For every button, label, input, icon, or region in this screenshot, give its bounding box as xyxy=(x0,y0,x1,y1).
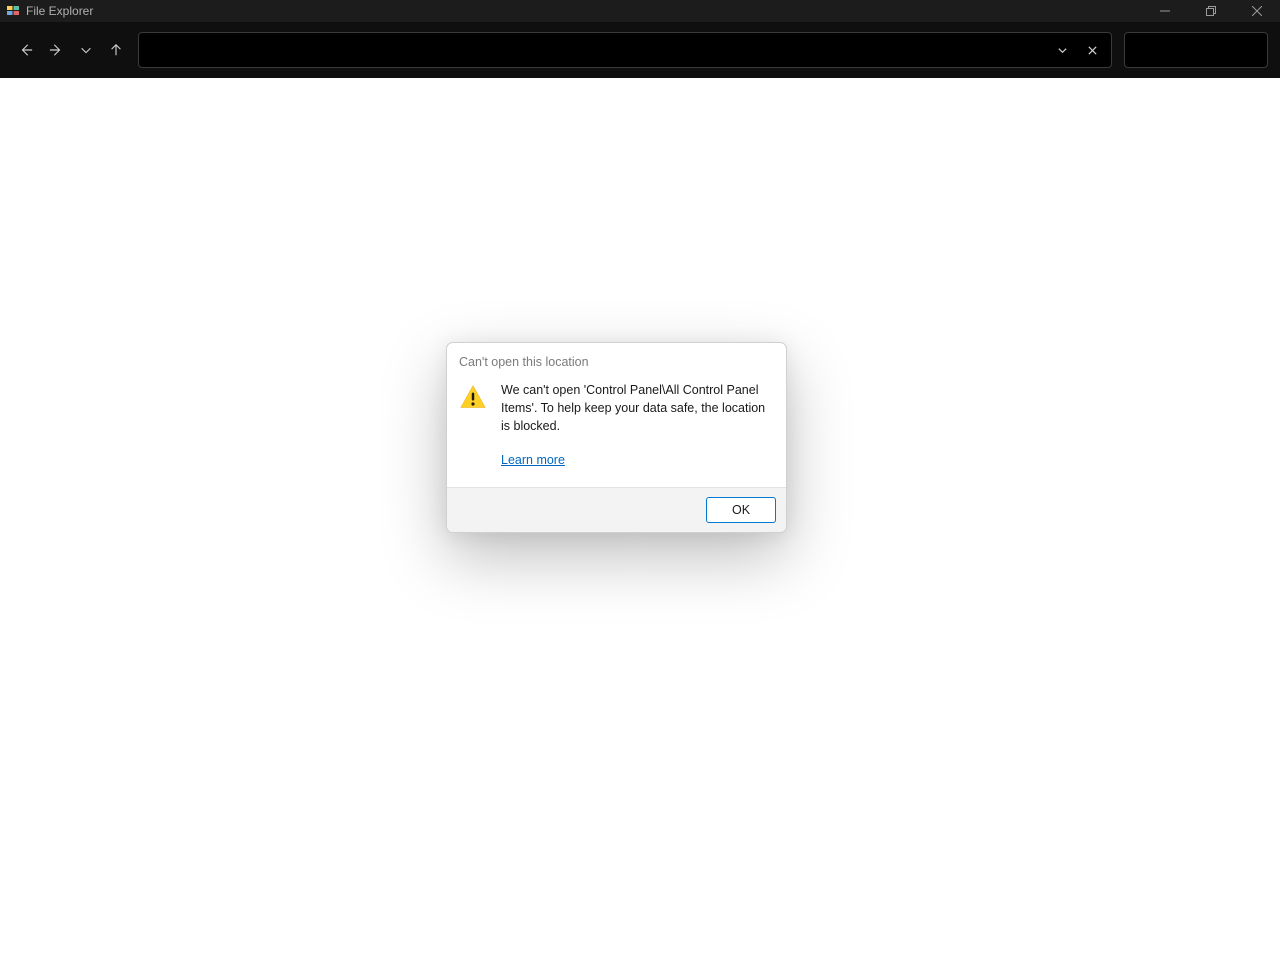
close-button[interactable] xyxy=(1234,0,1280,22)
learn-more-link[interactable]: Learn more xyxy=(501,453,565,467)
error-dialog: Can't open this location We can't open '… xyxy=(446,342,787,533)
ok-button[interactable]: OK xyxy=(706,497,776,523)
navbar xyxy=(0,22,1280,78)
up-button[interactable] xyxy=(102,36,130,64)
address-bar[interactable] xyxy=(138,32,1112,68)
address-history-dropdown[interactable] xyxy=(1047,36,1077,64)
back-button[interactable] xyxy=(12,36,40,64)
dialog-title: Can't open this location xyxy=(447,343,786,375)
maximize-button[interactable] xyxy=(1188,0,1234,22)
app-icon xyxy=(6,4,20,18)
recent-locations-dropdown[interactable] xyxy=(72,36,100,64)
minimize-button[interactable] xyxy=(1142,0,1188,22)
search-input[interactable] xyxy=(1133,43,1280,58)
window-title: File Explorer xyxy=(26,4,1142,18)
warning-icon xyxy=(459,383,487,469)
address-clear-button[interactable] xyxy=(1077,36,1107,64)
forward-button[interactable] xyxy=(42,36,70,64)
dialog-footer: OK xyxy=(447,487,786,532)
search-bar[interactable] xyxy=(1124,32,1268,68)
window-controls xyxy=(1142,0,1280,22)
dialog-message: We can't open 'Control Panel\All Control… xyxy=(501,381,770,435)
address-input[interactable] xyxy=(149,33,1047,67)
dialog-content: We can't open 'Control Panel\All Control… xyxy=(501,381,770,469)
titlebar: File Explorer xyxy=(0,0,1280,22)
